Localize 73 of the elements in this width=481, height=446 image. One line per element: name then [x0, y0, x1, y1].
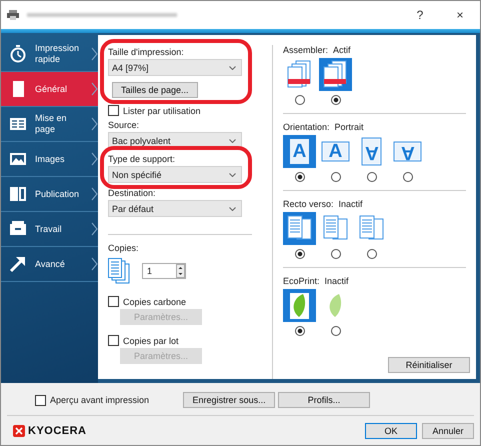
radio-button[interactable]: [366, 172, 376, 182]
radio-button[interactable]: [402, 172, 412, 182]
chevron-icon: [91, 152, 98, 166]
printer-icon: [7, 10, 19, 20]
orientation-letter: A: [328, 142, 342, 162]
chevron-icon: [91, 257, 98, 271]
radio-button[interactable]: [366, 249, 376, 259]
radio-button[interactable]: [330, 95, 340, 105]
chevron-icon: [91, 47, 98, 61]
field-label: Taille d'impression:: [108, 47, 185, 57]
setting-value: Inactif: [338, 199, 363, 209]
setting-label: Orientation:: [283, 122, 330, 132]
field-label: Type de support:: [108, 154, 176, 164]
booklet-icon: [9, 185, 27, 203]
orientation-letter: A: [400, 142, 414, 162]
dropdown[interactable]: Non spécifié: [108, 166, 242, 183]
field-label: Source:: [108, 120, 140, 130]
footer-button[interactable]: Enregistrer sous...: [183, 392, 276, 408]
tray-icon: [9, 220, 27, 238]
setting-label: Assembler:: [283, 45, 328, 55]
radio-button[interactable]: [294, 95, 304, 105]
orientation-letter: A: [364, 142, 378, 162]
option-tile[interactable]: [319, 58, 352, 91]
help-button[interactable]: ?: [400, 3, 440, 27]
sidebar-item[interactable]: Travail: [1, 212, 98, 247]
radio-button[interactable]: [330, 326, 340, 336]
setting-value: Inactif: [324, 276, 349, 286]
setting-label: Recto verso:: [283, 199, 334, 209]
checkbox-label: Copies par lot: [123, 336, 179, 346]
field-label: Destination:: [108, 188, 157, 198]
checkbox-label: Aperçu avant impression: [50, 395, 150, 405]
settings-button[interactable]: Tailles de page...: [112, 82, 198, 98]
close-button[interactable]: ×: [440, 3, 480, 27]
chevron-icon: [91, 187, 98, 201]
option-tile[interactable]: [283, 212, 316, 245]
checkbox[interactable]: [108, 296, 119, 307]
stopwatch-icon: [9, 45, 27, 63]
cancel-button[interactable]: Annuler: [422, 422, 474, 438]
option-tile[interactable]: [283, 289, 316, 322]
radio-button[interactable]: [330, 172, 340, 182]
orientation-letter: A: [292, 142, 306, 162]
checkbox[interactable]: [108, 105, 119, 116]
checkbox-label: Copies carbone: [123, 296, 186, 306]
checkbox[interactable]: [108, 335, 119, 346]
dropdown[interactable]: Par défaut: [108, 200, 242, 217]
chevron-icon: [91, 82, 98, 96]
option-tile[interactable]: A: [283, 135, 316, 168]
chevron-icon: [91, 117, 98, 131]
radio-button[interactable]: [294, 249, 304, 259]
spinner-arrows-icon: [176, 264, 185, 278]
radio-button[interactable]: [294, 326, 304, 336]
logo-text: KYOCERA: [28, 424, 87, 436]
reset-button[interactable]: Réinitialiser: [388, 357, 470, 373]
setting-label: EcoPrint:: [283, 276, 320, 286]
radio-button[interactable]: [294, 172, 304, 182]
layout-icon: [9, 115, 27, 133]
logo-mark-icon: [13, 424, 25, 436]
sidebar-item[interactable]: Général: [1, 72, 98, 107]
arrow-icon: [9, 255, 27, 273]
picture-icon: [9, 150, 27, 168]
chevron-icon: [91, 222, 98, 236]
setting-value: Actif: [333, 45, 351, 55]
sidebar-item[interactable]: Publication: [1, 177, 98, 212]
checkbox-label: Lister par utilisation: [123, 106, 201, 116]
ok-button[interactable]: OK: [365, 422, 417, 438]
number-field[interactable]: 1: [142, 263, 186, 279]
footer-button[interactable]: Profils...: [278, 392, 370, 408]
radio-button[interactable]: [330, 249, 340, 259]
setting-value: Portrait: [334, 122, 364, 132]
document-stack-icon: [108, 258, 130, 284]
checkbox[interactable]: [35, 394, 46, 406]
dropdown[interactable]: A4 [97%]: [108, 59, 242, 76]
field-label: Copies:: [108, 243, 140, 253]
